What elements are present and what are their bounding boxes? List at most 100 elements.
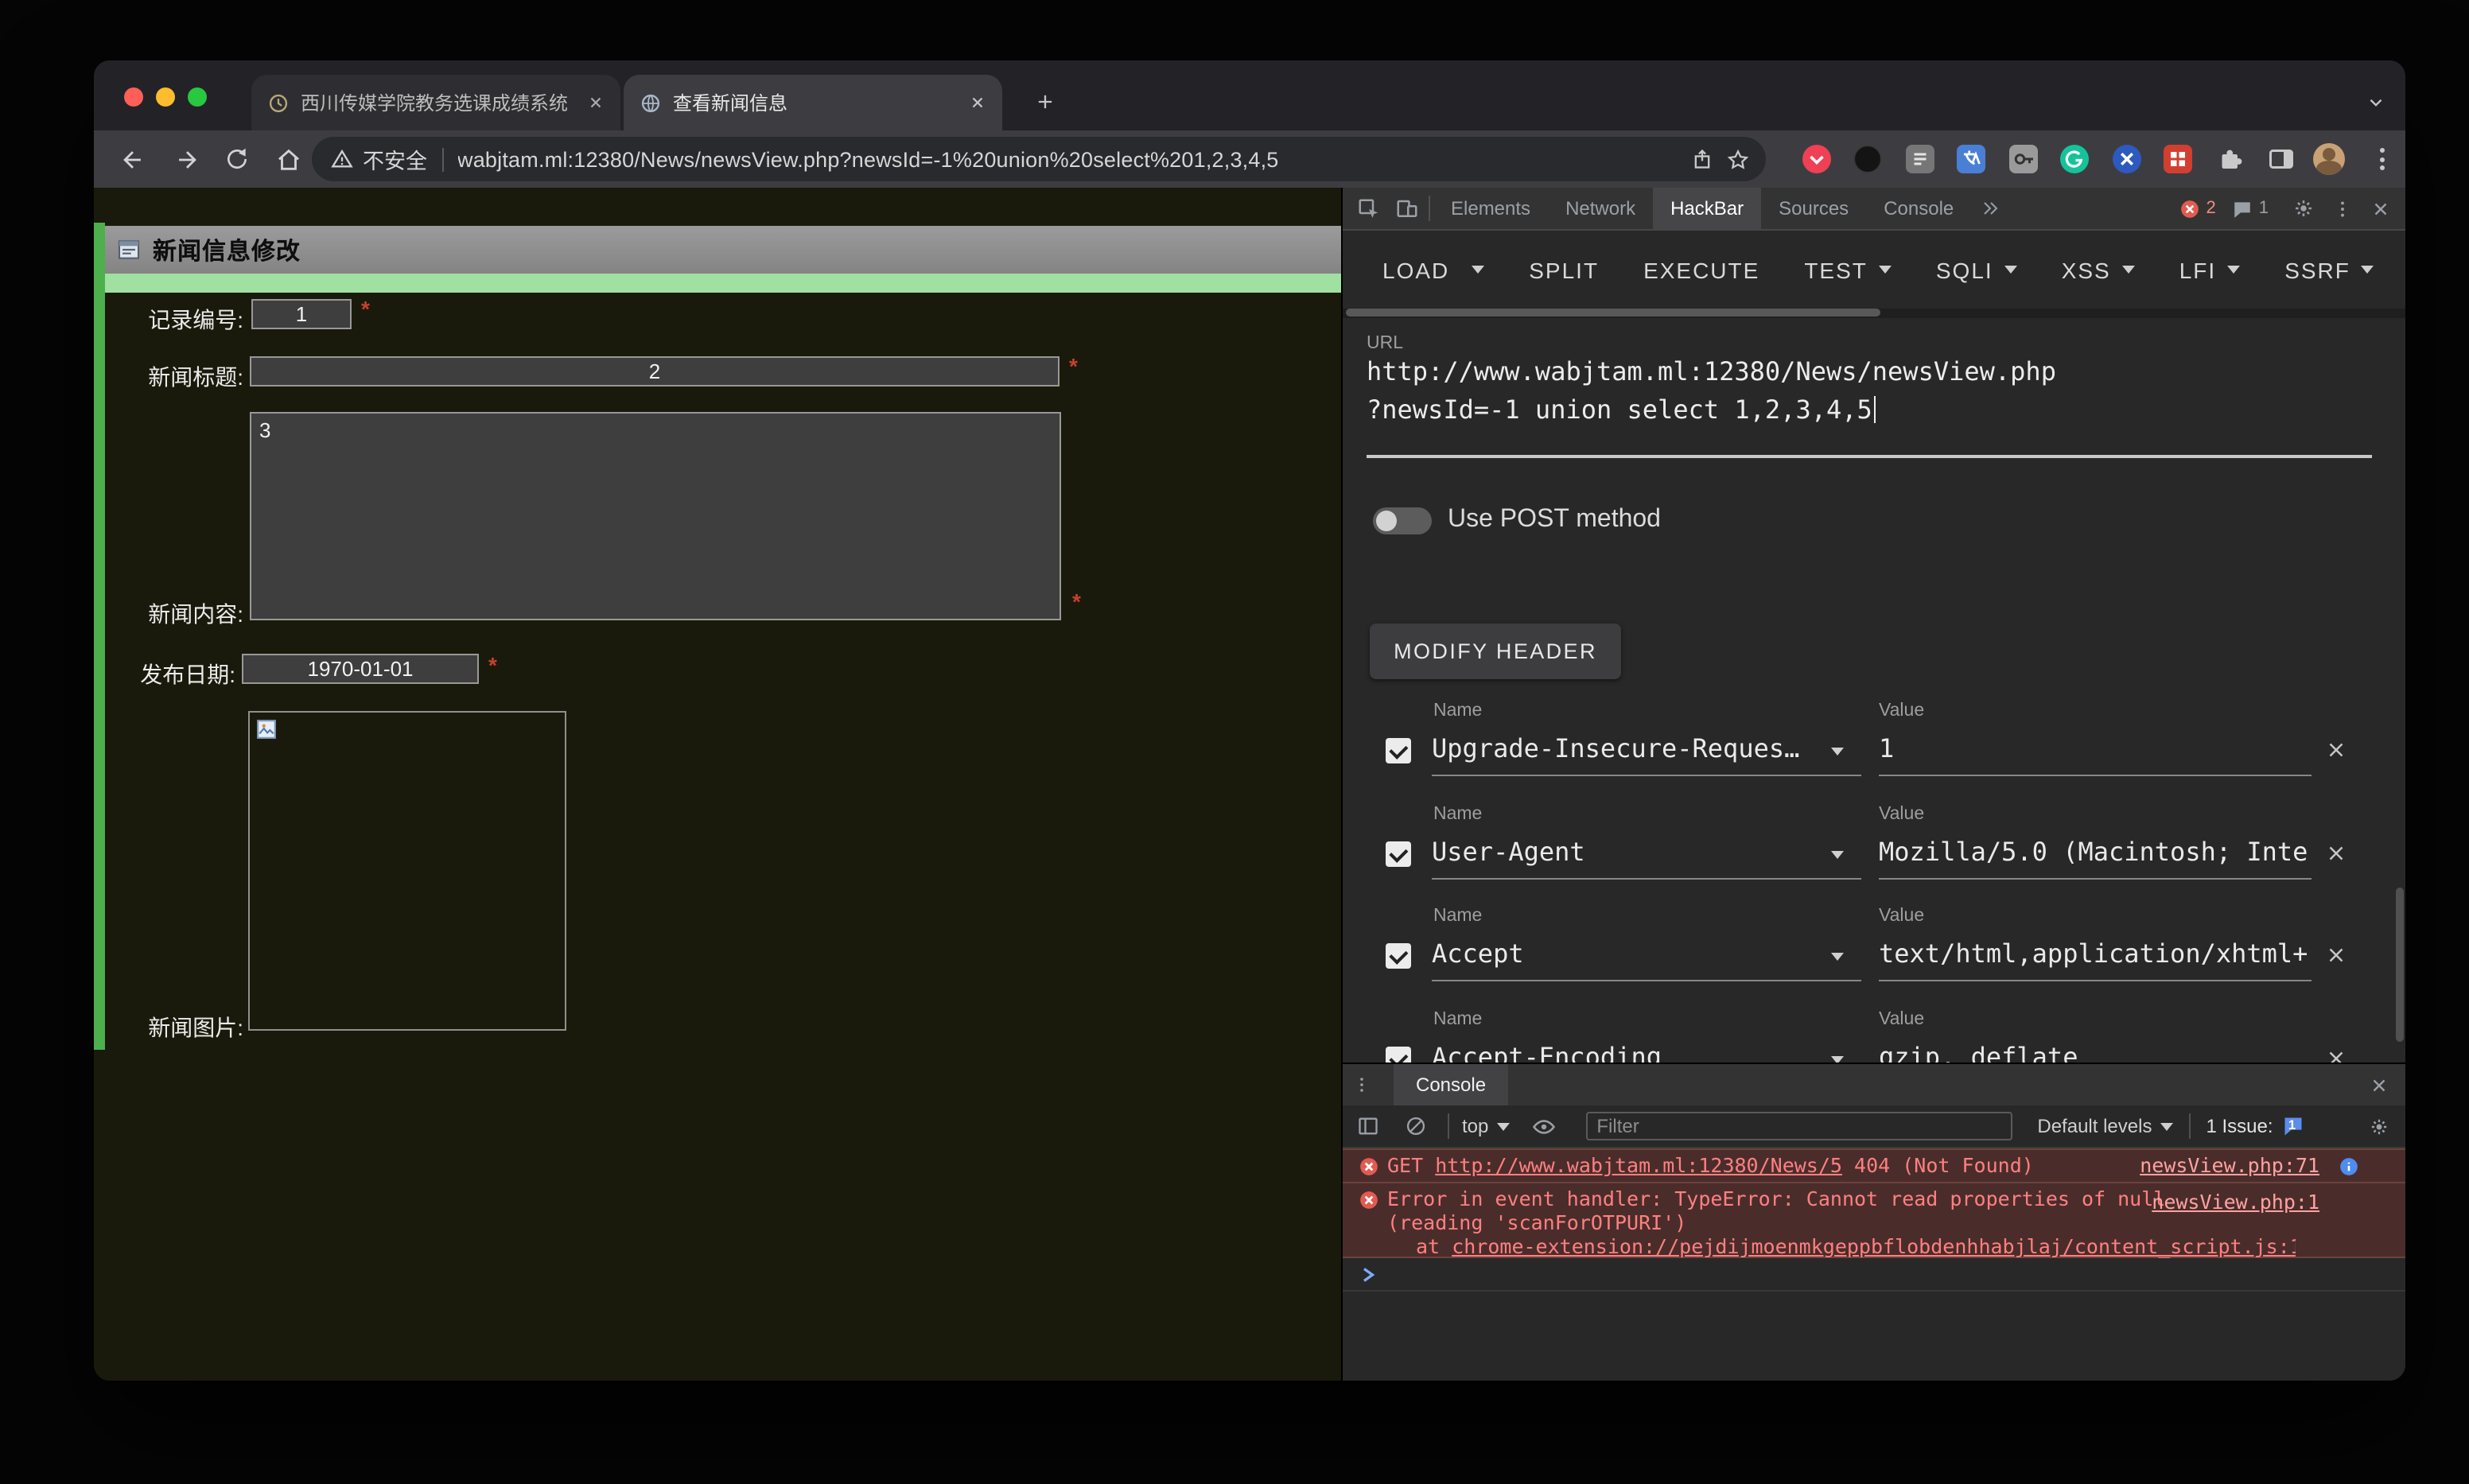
tab-close-icon[interactable] <box>587 94 605 111</box>
hackbar-load-button[interactable]: LOAD <box>1382 257 1449 282</box>
source-location-link[interactable]: newsView.php:1 <box>2152 1190 2319 1214</box>
tab-close-icon[interactable] <box>969 94 986 111</box>
console-settings-gear-icon[interactable] <box>2359 1107 2397 1145</box>
address-bar[interactable]: 不安全 wabjtam.ml:12380/News/newsView.php?n… <box>312 137 1766 181</box>
eye-icon[interactable] <box>1525 1107 1563 1145</box>
news-content-textarea[interactable]: 3 <box>250 412 1061 620</box>
forward-button[interactable] <box>165 138 207 180</box>
hackbar-execute-button[interactable]: EXECUTE <box>1643 257 1759 282</box>
header-name-caret-icon[interactable] <box>1831 748 1844 756</box>
hackbar-sqli-menu[interactable]: SQLI <box>1936 257 2017 282</box>
header-name-select[interactable]: Accept-Encoding <box>1432 1042 1814 1062</box>
context-selector[interactable]: top <box>1462 1115 1509 1137</box>
inspect-icon[interactable] <box>1349 189 1387 227</box>
header-enabled-checkbox[interactable] <box>1386 841 1411 867</box>
page-title: 新闻信息修改 <box>153 233 301 266</box>
value-label: Value <box>1879 805 1924 824</box>
settings-gear-icon[interactable] <box>2284 189 2323 227</box>
console-errors-badge[interactable]: 2 <box>2179 198 2216 219</box>
issue-info-icon[interactable] <box>2339 1156 2359 1177</box>
extension-key-icon[interactable] <box>2009 145 2038 173</box>
modify-header-button[interactable]: MODIFY HEADER <box>1370 624 1621 679</box>
hackbar-vscrollbar-thumb[interactable] <box>2396 888 2404 1042</box>
tab-sources[interactable]: Sources <box>1761 188 1866 229</box>
extension-grammarly-icon[interactable] <box>2060 145 2089 173</box>
hackbar-hscrollbar-thumb[interactable] <box>1346 309 1880 317</box>
reload-button[interactable] <box>216 138 258 180</box>
header-name-caret-icon[interactable] <box>1831 1056 1844 1062</box>
header-name-select[interactable]: User-Agent <box>1432 837 1814 867</box>
clear-console-icon[interactable] <box>1397 1107 1435 1145</box>
hackbar-xss-menu[interactable]: XSS <box>2062 257 2135 282</box>
security-label: 不安全 <box>363 143 427 175</box>
drawer-close-icon[interactable] <box>2359 1066 2397 1104</box>
header-name-caret-icon[interactable] <box>1831 851 1844 859</box>
stack-frame-link[interactable]: chrome-extension://pejdijmoenmkgeppbflob… <box>1452 1234 2296 1258</box>
profile-avatar[interactable] <box>2313 143 2345 175</box>
browser-tab-2-active[interactable]: 查看新闻信息 <box>624 75 1002 130</box>
tab-elements[interactable]: Elements <box>1433 188 1548 229</box>
extension-dark-circle-icon[interactable] <box>1853 145 1882 173</box>
remove-header-button[interactable] <box>2324 943 2350 969</box>
drawer-console-tab[interactable]: Console <box>1394 1064 1508 1105</box>
issues-count-badge[interactable]: 1 <box>2232 198 2269 219</box>
hackbar-ssrf-menu[interactable]: SSRF <box>2284 257 2374 282</box>
bookmark-star-icon[interactable] <box>1726 147 1750 171</box>
devtools-close-icon[interactable] <box>2361 189 2399 227</box>
remove-header-button[interactable] <box>2324 1047 2350 1062</box>
publish-date-input[interactable] <box>242 654 479 684</box>
not-secure-warning-icon[interactable] <box>331 148 353 170</box>
browser-tab-1[interactable]: 西川传媒学院教务选课成绩系统 <box>251 75 620 130</box>
sidebar-panel-icon[interactable] <box>2267 145 2296 173</box>
url-field[interactable]: http://www.wabjtam.ml:12380/News/newsVie… <box>1367 353 2385 429</box>
remove-header-button[interactable] <box>2324 841 2350 867</box>
tab-console[interactable]: Console <box>1866 188 1971 229</box>
extension-translate-icon[interactable] <box>1957 145 1985 173</box>
source-location-link[interactable]: newsView.php:71 <box>2140 1153 2319 1177</box>
header-enabled-checkbox[interactable] <box>1386 943 1411 969</box>
console-sidebar-icon[interactable] <box>1349 1107 1387 1145</box>
header-name-select[interactable]: Upgrade-Insecure-Reques… <box>1432 733 1814 763</box>
header-enabled-checkbox[interactable] <box>1386 1047 1411 1062</box>
header-value-input[interactable]: gzip, deflate <box>1879 1042 2312 1062</box>
share-icon[interactable] <box>1691 148 1713 170</box>
browser-menu-kebab-icon[interactable] <box>2369 145 2394 173</box>
tab-search-chevron-icon[interactable] <box>2356 83 2394 121</box>
remove-header-button[interactable] <box>2324 738 2350 763</box>
issues-counter[interactable]: 1 Issue: 1 <box>2206 1115 2306 1137</box>
header-name-select[interactable]: Accept <box>1432 938 1814 969</box>
use-post-toggle[interactable] <box>1373 507 1432 534</box>
hackbar-split-button[interactable]: SPLIT <box>1529 257 1599 282</box>
more-tabs-icon[interactable] <box>1971 189 2009 227</box>
header-enabled-checkbox[interactable] <box>1386 738 1411 763</box>
device-toolbar-icon[interactable] <box>1387 189 1425 227</box>
devtools-menu-kebab-icon[interactable] <box>2323 189 2361 227</box>
tab-hackbar[interactable]: HackBar <box>1653 188 1761 229</box>
new-tab-button[interactable] <box>1025 81 1066 122</box>
record-id-input[interactable] <box>251 299 352 329</box>
traffic-close-button[interactable] <box>124 87 143 107</box>
console-prompt[interactable] <box>1343 1258 2405 1292</box>
tab-network[interactable]: Network <box>1548 188 1653 229</box>
drawer-menu-kebab-icon[interactable] <box>1343 1066 1381 1104</box>
extension-pocket-icon[interactable] <box>1802 145 1831 173</box>
header-value-input[interactable]: Mozilla/5.0 (Macintosh; Inte <box>1879 837 2312 867</box>
extension-adblock-icon[interactable] <box>2164 145 2192 173</box>
header-value-input[interactable]: 1 <box>1879 733 2312 763</box>
extensions-puzzle-icon[interactable] <box>2216 145 2245 173</box>
back-button[interactable] <box>111 138 153 180</box>
header-name-caret-icon[interactable] <box>1831 953 1844 961</box>
console-filter-input[interactable] <box>1585 1112 2012 1140</box>
hackbar-lfi-menu[interactable]: LFI <box>2179 257 2240 282</box>
load-caret-icon[interactable] <box>1472 266 1484 274</box>
extension-notes-icon[interactable] <box>1906 145 1934 173</box>
request-url-link[interactable]: http://www.wabjtam.ml:12380/News/5 <box>1435 1153 1842 1177</box>
hackbar-test-menu[interactable]: TEST <box>1804 257 1892 282</box>
news-title-input[interactable] <box>250 356 1060 387</box>
traffic-minimize-button[interactable] <box>156 87 175 107</box>
extension-x-icon[interactable] <box>2113 145 2141 173</box>
levels-dropdown[interactable]: Default levels <box>2037 1115 2172 1137</box>
traffic-zoom-button[interactable] <box>188 87 207 107</box>
header-value-input[interactable]: text/html,application/xhtml+ <box>1879 938 2312 969</box>
home-button[interactable] <box>267 138 309 180</box>
